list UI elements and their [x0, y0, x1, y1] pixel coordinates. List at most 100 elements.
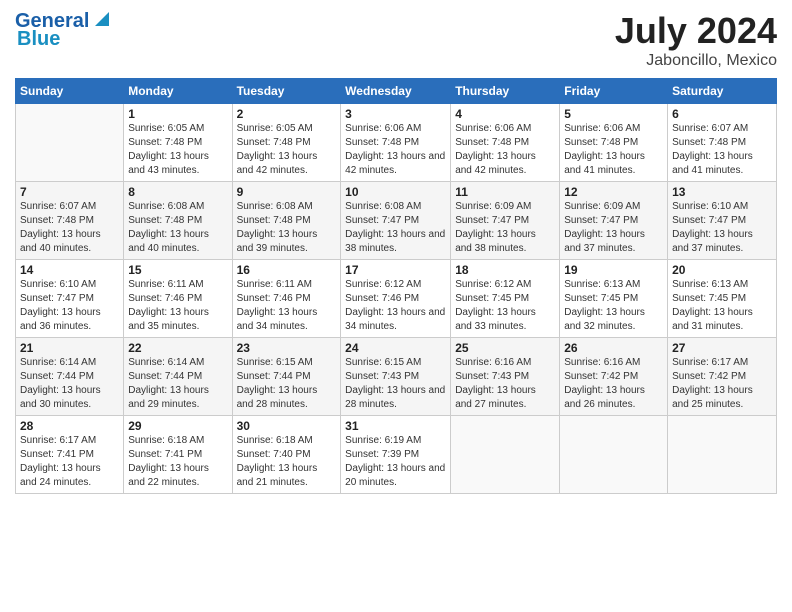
day-info: Sunrise: 6:17 AMSunset: 7:41 PMDaylight:… — [20, 434, 119, 490]
day-number: 11 — [455, 185, 555, 199]
day-number: 3 — [345, 107, 446, 121]
calendar-cell: 17Sunrise: 6:12 AMSunset: 7:46 PMDayligh… — [341, 260, 451, 338]
calendar-cell: 10Sunrise: 6:08 AMSunset: 7:47 PMDayligh… — [341, 182, 451, 260]
calendar-cell: 25Sunrise: 6:16 AMSunset: 7:43 PMDayligh… — [451, 338, 560, 416]
day-number: 31 — [345, 419, 446, 433]
day-info: Sunrise: 6:12 AMSunset: 7:45 PMDaylight:… — [455, 278, 555, 334]
day-info: Sunrise: 6:11 AMSunset: 7:46 PMDaylight:… — [128, 278, 227, 334]
day-number: 12 — [564, 185, 663, 199]
calendar-cell — [451, 416, 560, 494]
calendar-cell: 30Sunrise: 6:18 AMSunset: 7:40 PMDayligh… — [232, 416, 341, 494]
calendar-week-3: 14Sunrise: 6:10 AMSunset: 7:47 PMDayligh… — [16, 260, 777, 338]
day-info: Sunrise: 6:09 AMSunset: 7:47 PMDaylight:… — [455, 200, 555, 256]
day-number: 22 — [128, 341, 227, 355]
calendar-cell: 26Sunrise: 6:16 AMSunset: 7:42 PMDayligh… — [560, 338, 668, 416]
day-info: Sunrise: 6:13 AMSunset: 7:45 PMDaylight:… — [672, 278, 772, 334]
day-info: Sunrise: 6:14 AMSunset: 7:44 PMDaylight:… — [128, 356, 227, 412]
day-number: 1 — [128, 107, 227, 121]
weekday-header-wednesday: Wednesday — [341, 79, 451, 104]
location: Jaboncillo, Mexico — [615, 52, 777, 70]
day-info: Sunrise: 6:06 AMSunset: 7:48 PMDaylight:… — [345, 122, 446, 178]
day-number: 29 — [128, 419, 227, 433]
calendar-cell — [560, 416, 668, 494]
weekday-header-friday: Friday — [560, 79, 668, 104]
calendar-body: 1Sunrise: 6:05 AMSunset: 7:48 PMDaylight… — [16, 104, 777, 494]
day-info: Sunrise: 6:07 AMSunset: 7:48 PMDaylight:… — [20, 200, 119, 256]
day-info: Sunrise: 6:14 AMSunset: 7:44 PMDaylight:… — [20, 356, 119, 412]
calendar-cell: 23Sunrise: 6:15 AMSunset: 7:44 PMDayligh… — [232, 338, 341, 416]
day-number: 9 — [237, 185, 337, 199]
weekday-header-sunday: Sunday — [16, 79, 124, 104]
calendar-week-4: 21Sunrise: 6:14 AMSunset: 7:44 PMDayligh… — [16, 338, 777, 416]
calendar-cell: 9Sunrise: 6:08 AMSunset: 7:48 PMDaylight… — [232, 182, 341, 260]
day-number: 4 — [455, 107, 555, 121]
day-number: 5 — [564, 107, 663, 121]
day-number: 30 — [237, 419, 337, 433]
weekday-header-saturday: Saturday — [668, 79, 777, 104]
day-number: 21 — [20, 341, 119, 355]
weekday-header-thursday: Thursday — [451, 79, 560, 104]
calendar-cell: 29Sunrise: 6:18 AMSunset: 7:41 PMDayligh… — [124, 416, 232, 494]
page-header: General Blue July 2024 Jaboncillo, Mexic… — [15, 10, 777, 70]
day-info: Sunrise: 6:18 AMSunset: 7:40 PMDaylight:… — [237, 434, 337, 490]
calendar-page: General Blue July 2024 Jaboncillo, Mexic… — [0, 0, 792, 612]
day-number: 8 — [128, 185, 227, 199]
calendar-cell: 11Sunrise: 6:09 AMSunset: 7:47 PMDayligh… — [451, 182, 560, 260]
day-info: Sunrise: 6:08 AMSunset: 7:48 PMDaylight:… — [237, 200, 337, 256]
day-number: 19 — [564, 263, 663, 277]
month-title: July 2024 — [615, 10, 777, 52]
calendar-cell: 2Sunrise: 6:05 AMSunset: 7:48 PMDaylight… — [232, 104, 341, 182]
calendar-cell: 6Sunrise: 6:07 AMSunset: 7:48 PMDaylight… — [668, 104, 777, 182]
calendar-cell: 15Sunrise: 6:11 AMSunset: 7:46 PMDayligh… — [124, 260, 232, 338]
day-number: 6 — [672, 107, 772, 121]
day-number: 17 — [345, 263, 446, 277]
calendar-cell: 22Sunrise: 6:14 AMSunset: 7:44 PMDayligh… — [124, 338, 232, 416]
day-info: Sunrise: 6:09 AMSunset: 7:47 PMDaylight:… — [564, 200, 663, 256]
day-info: Sunrise: 6:11 AMSunset: 7:46 PMDaylight:… — [237, 278, 337, 334]
day-info: Sunrise: 6:07 AMSunset: 7:48 PMDaylight:… — [672, 122, 772, 178]
day-info: Sunrise: 6:05 AMSunset: 7:48 PMDaylight:… — [237, 122, 337, 178]
day-info: Sunrise: 6:05 AMSunset: 7:48 PMDaylight:… — [128, 122, 227, 178]
logo: General Blue — [15, 10, 109, 51]
calendar-week-1: 1Sunrise: 6:05 AMSunset: 7:48 PMDaylight… — [16, 104, 777, 182]
day-number: 14 — [20, 263, 119, 277]
day-info: Sunrise: 6:18 AMSunset: 7:41 PMDaylight:… — [128, 434, 227, 490]
day-number: 20 — [672, 263, 772, 277]
calendar-cell: 24Sunrise: 6:15 AMSunset: 7:43 PMDayligh… — [341, 338, 451, 416]
day-info: Sunrise: 6:15 AMSunset: 7:44 PMDaylight:… — [237, 356, 337, 412]
calendar-cell: 5Sunrise: 6:06 AMSunset: 7:48 PMDaylight… — [560, 104, 668, 182]
day-number: 24 — [345, 341, 446, 355]
calendar-cell: 13Sunrise: 6:10 AMSunset: 7:47 PMDayligh… — [668, 182, 777, 260]
calendar-cell: 20Sunrise: 6:13 AMSunset: 7:45 PMDayligh… — [668, 260, 777, 338]
day-info: Sunrise: 6:17 AMSunset: 7:42 PMDaylight:… — [672, 356, 772, 412]
day-number: 7 — [20, 185, 119, 199]
day-number: 16 — [237, 263, 337, 277]
day-info: Sunrise: 6:12 AMSunset: 7:46 PMDaylight:… — [345, 278, 446, 334]
calendar-table: SundayMondayTuesdayWednesdayThursdayFrid… — [15, 78, 777, 494]
day-info: Sunrise: 6:06 AMSunset: 7:48 PMDaylight:… — [455, 122, 555, 178]
day-info: Sunrise: 6:16 AMSunset: 7:43 PMDaylight:… — [455, 356, 555, 412]
calendar-cell: 27Sunrise: 6:17 AMSunset: 7:42 PMDayligh… — [668, 338, 777, 416]
day-info: Sunrise: 6:13 AMSunset: 7:45 PMDaylight:… — [564, 278, 663, 334]
day-info: Sunrise: 6:10 AMSunset: 7:47 PMDaylight:… — [20, 278, 119, 334]
calendar-cell: 12Sunrise: 6:09 AMSunset: 7:47 PMDayligh… — [560, 182, 668, 260]
day-number: 25 — [455, 341, 555, 355]
calendar-cell: 18Sunrise: 6:12 AMSunset: 7:45 PMDayligh… — [451, 260, 560, 338]
calendar-cell: 1Sunrise: 6:05 AMSunset: 7:48 PMDaylight… — [124, 104, 232, 182]
calendar-cell: 19Sunrise: 6:13 AMSunset: 7:45 PMDayligh… — [560, 260, 668, 338]
calendar-cell: 3Sunrise: 6:06 AMSunset: 7:48 PMDaylight… — [341, 104, 451, 182]
calendar-cell — [16, 104, 124, 182]
day-info: Sunrise: 6:16 AMSunset: 7:42 PMDaylight:… — [564, 356, 663, 412]
calendar-cell: 16Sunrise: 6:11 AMSunset: 7:46 PMDayligh… — [232, 260, 341, 338]
calendar-cell: 4Sunrise: 6:06 AMSunset: 7:48 PMDaylight… — [451, 104, 560, 182]
day-info: Sunrise: 6:06 AMSunset: 7:48 PMDaylight:… — [564, 122, 663, 178]
calendar-cell: 8Sunrise: 6:08 AMSunset: 7:48 PMDaylight… — [124, 182, 232, 260]
calendar-cell: 14Sunrise: 6:10 AMSunset: 7:47 PMDayligh… — [16, 260, 124, 338]
calendar-cell — [668, 416, 777, 494]
day-info: Sunrise: 6:19 AMSunset: 7:39 PMDaylight:… — [345, 434, 446, 490]
day-number: 2 — [237, 107, 337, 121]
weekday-header-tuesday: Tuesday — [232, 79, 341, 104]
calendar-cell: 31Sunrise: 6:19 AMSunset: 7:39 PMDayligh… — [341, 416, 451, 494]
title-block: July 2024 Jaboncillo, Mexico — [615, 10, 777, 70]
day-info: Sunrise: 6:15 AMSunset: 7:43 PMDaylight:… — [345, 356, 446, 412]
